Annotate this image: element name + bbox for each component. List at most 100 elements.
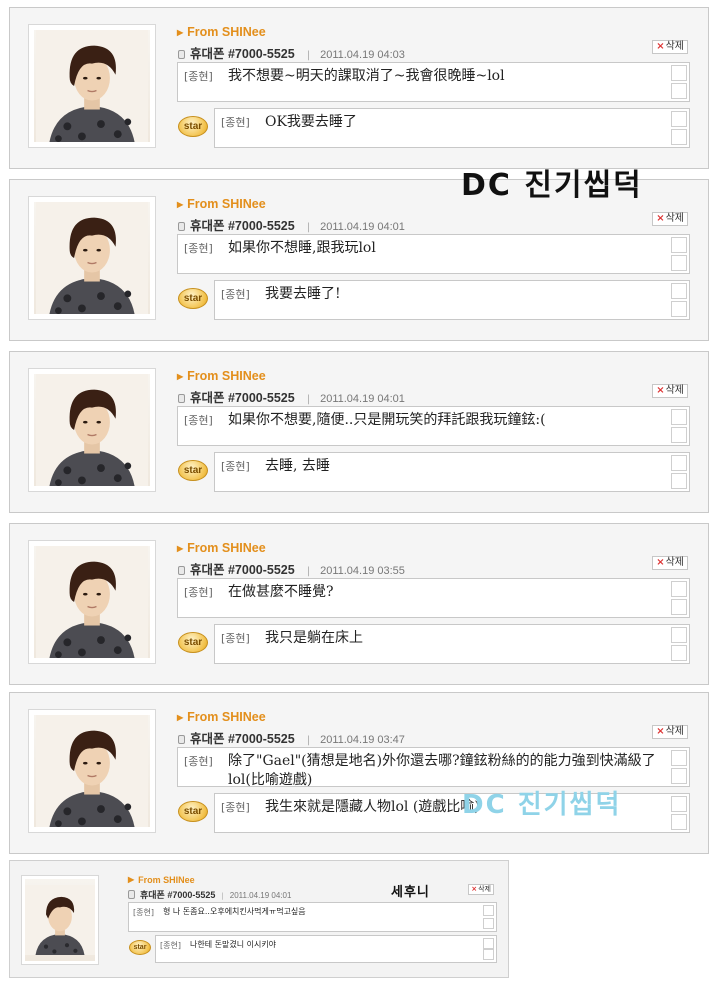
profile-photo-frame [21,875,99,965]
star-button[interactable]: star [178,632,208,653]
sender-tag: [종현] [133,908,154,917]
checkbox[interactable] [483,905,494,916]
checkbox[interactable] [671,581,687,597]
sender-tag: [종현] [160,941,181,950]
message-meta: 휴대폰 #7000-5525 | 2011.04.19 04:03 [178,43,405,62]
avatar [34,374,150,486]
checkbox[interactable] [671,627,687,643]
checkbox[interactable] [671,65,687,81]
message-text: 如果你不想要,隨便..只是開玩笑的拜託跟我玩鐘鉉:( [228,412,546,428]
sender-tag: [종현] [184,242,213,255]
sender-tag: [종현] [184,70,213,83]
sender-label: ▶ From SHINee [177,369,266,383]
message-text: 如果你不想睡,跟我玩lol [228,240,376,256]
avatar [25,879,95,961]
message-card: ▶ From SHINee 휴대폰 #7000-5525 | 2011.04.19 0… [9,523,709,685]
star-button[interactable]: star [178,460,208,481]
checkbox[interactable] [671,427,687,443]
profile-photo-frame [28,540,156,664]
watermark-dark: DC 진기씹덕 [461,168,643,203]
phone-number: 휴대폰 #7000-5525 [190,563,295,577]
sender-label: ▶ From SHINee [177,25,266,39]
checkbox[interactable] [671,599,687,615]
checkbox[interactable] [671,768,687,784]
sender-tag: [종현] [221,801,250,814]
checkbox[interactable] [671,455,687,471]
checkbox[interactable] [671,83,687,99]
delete-button[interactable]: ×삭제 [652,556,688,570]
avatar [34,715,150,827]
star-button[interactable]: star [178,116,208,137]
sender-label: ▶ From SHINee [177,710,266,724]
reply-text: 去睡, 去睡 [265,458,330,474]
star-button[interactable]: star [129,940,151,955]
reply-text: 我只是躺在床上 [265,630,363,646]
checkbox[interactable] [671,645,687,661]
checkbox[interactable] [671,473,687,489]
checkbox[interactable] [671,237,687,253]
mini-label: 세후니 [391,885,430,900]
star-button[interactable]: star [178,288,208,309]
message-text-box: [종현] 除了"Gael"(猜想是地名)外你還去哪?鐘鉉粉絲的的能力強到快滿級了… [177,747,690,788]
sender-tag: [종현] [184,414,213,427]
arrow-right-icon: ▶ [177,200,184,209]
avatar [34,202,150,314]
checkbox[interactable] [671,814,687,830]
phone-number: 휴대폰 #7000-5525 [190,219,295,233]
avatar [34,30,150,142]
message-date: 2011.04.19 04:01 [229,891,292,900]
arrow-right-icon: ▶ [177,372,184,381]
sender-label: ▶ From SHINee [177,197,266,211]
message-meta: 휴대폰 #7000-5525 | 2011.04.19 04:01 [128,888,291,901]
message-text: 我不想要~明天的課取消了~我會很晚睡~lol [228,68,505,84]
close-icon: × [656,41,665,52]
star-button[interactable]: star [178,801,208,822]
message-text-box: [종현] 형 나 돈좀요..오후에치킨사먹게ㅠ먹고싶음 [128,902,497,932]
arrow-right-icon: ▶ [177,713,184,722]
checkbox[interactable] [671,409,687,425]
reply-text: 나한테 돈맡겼니 이시키야 [190,940,277,949]
watermark-blue: DC 진기씹덕 [462,790,622,820]
delete-button[interactable]: ×삭제 [468,884,494,895]
checkbox[interactable] [671,750,687,766]
phone-number: 휴대폰 #7000-5525 [190,47,295,61]
message-meta: 휴대폰 #7000-5525 | 2011.04.19 04:01 [178,215,405,234]
message-text-box: [종현] 在做甚麼不睡覺? [177,578,690,618]
avatar-portrait-icon [36,546,148,658]
phone-number: 휴대폰 #7000-5525 [190,391,295,405]
message-date: 2011.04.19 03:47 [320,734,405,746]
sender-tag: [종현] [221,116,250,129]
lock-icon [178,222,185,231]
checkbox[interactable] [483,938,494,949]
message-meta: 휴대폰 #7000-5525 | 2011.04.19 03:55 [178,559,405,578]
checkbox[interactable] [671,283,687,299]
profile-photo-frame [28,368,156,492]
delete-button[interactable]: ×삭제 [652,725,688,739]
message-date: 2011.04.19 03:55 [320,565,405,577]
message-date: 2011.04.19 04:01 [320,393,405,405]
checkbox[interactable] [671,796,687,812]
reply-text: 我要去睡了! [265,286,341,302]
sender-tag: [종현] [221,632,250,645]
checkbox[interactable] [483,949,494,960]
arrow-right-icon: ▶ [177,544,184,553]
delete-button[interactable]: ×삭제 [652,212,688,226]
sender-tag: [종현] [184,586,213,599]
message-card: ▶ From SHINee 휴대폰 #7000-5525 | 2011.04.19 0… [9,7,709,169]
delete-button[interactable]: ×삭제 [652,40,688,54]
checkbox[interactable] [671,255,687,271]
close-icon: × [656,726,665,737]
message-card: ▶ From SHINee 휴대폰 #7000-5525 | 2011.04.19 0… [9,351,709,513]
lock-icon [128,890,135,899]
checkbox[interactable] [671,129,687,145]
checkbox[interactable] [483,918,494,929]
delete-button[interactable]: ×삭제 [652,384,688,398]
checkbox[interactable] [671,111,687,127]
reply-text-box: [종현] 我只是躺在床上 [214,624,690,664]
message-date: 2011.04.19 04:03 [320,49,405,61]
message-meta: 휴대폰 #7000-5525 | 2011.04.19 03:47 [178,728,405,747]
lock-icon [178,566,185,575]
phone-number: 휴대폰 #7000-5525 [190,732,295,746]
checkbox[interactable] [671,301,687,317]
message-meta: 휴대폰 #7000-5525 | 2011.04.19 04:01 [178,387,405,406]
